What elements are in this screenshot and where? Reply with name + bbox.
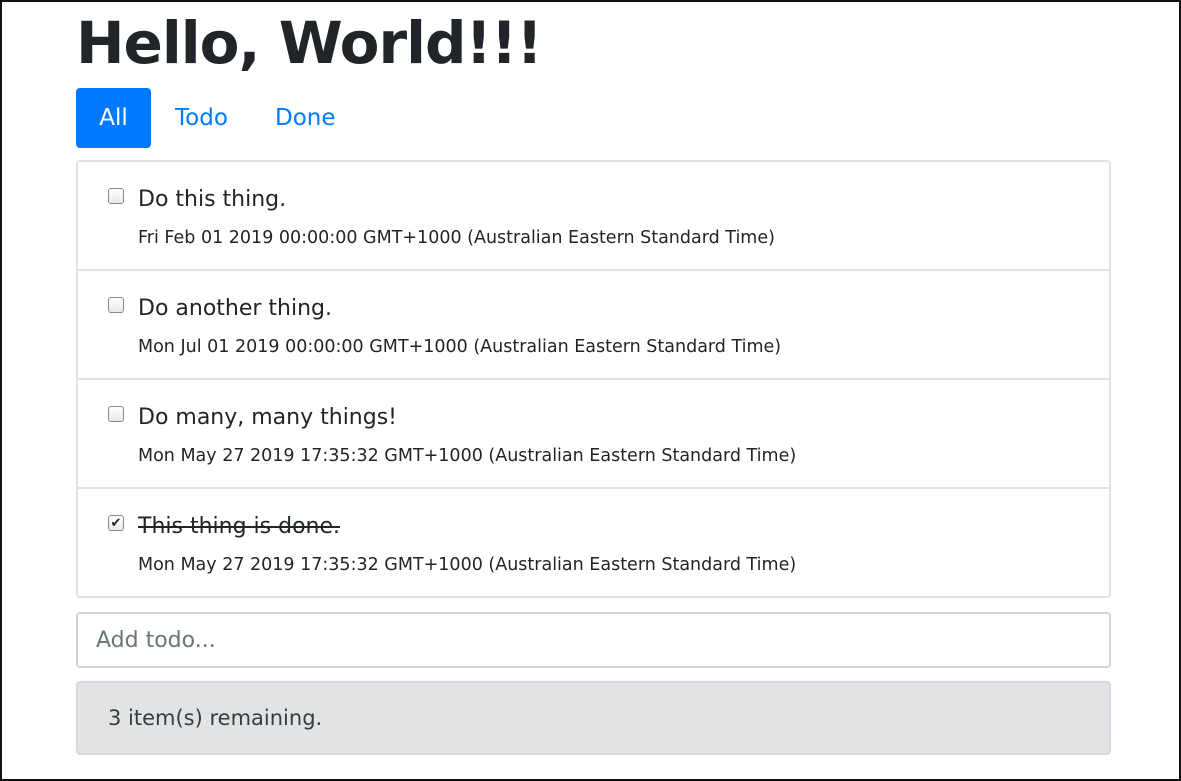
page-title: Hello, World!!! bbox=[76, 9, 543, 77]
todo-date: Mon May 27 2019 17:35:32 GMT+1000 (Austr… bbox=[138, 446, 797, 466]
todo-item: Do many, many things! Mon May 27 2019 17… bbox=[78, 380, 1109, 489]
filter-tabs: All Todo Done bbox=[76, 88, 1111, 148]
todo-checkbox[interactable] bbox=[108, 406, 124, 422]
todo-date: Mon May 27 2019 17:35:32 GMT+1000 (Austr… bbox=[138, 555, 797, 575]
tab-all[interactable]: All bbox=[76, 88, 151, 148]
app-window: { "header": { "title": "Hello, World!!!"… bbox=[0, 0, 1181, 781]
todo-date: Mon Jul 01 2019 00:00:00 GMT+1000 (Austr… bbox=[138, 337, 782, 357]
add-todo-input[interactable] bbox=[76, 612, 1111, 668]
todo-date: Fri Feb 01 2019 00:00:00 GMT+1000 (Austr… bbox=[138, 228, 775, 248]
todo-item: Do another thing. Mon Jul 01 2019 00:00:… bbox=[78, 271, 1109, 380]
todo-text: Do this thing. bbox=[138, 187, 287, 212]
todo-checkbox[interactable] bbox=[108, 297, 124, 313]
todo-text: Do many, many things! bbox=[138, 405, 397, 430]
todo-item: ✔ This thing is done. Mon May 27 2019 17… bbox=[78, 489, 1109, 596]
tab-todo[interactable]: Todo bbox=[151, 88, 251, 148]
todo-item: Do this thing. Fri Feb 01 2019 00:00:00 … bbox=[78, 162, 1109, 271]
tab-done[interactable]: Done bbox=[251, 88, 361, 148]
remaining-status: 3 item(s) remaining. bbox=[76, 681, 1111, 755]
remaining-count-text: 3 item(s) remaining. bbox=[108, 706, 323, 730]
todo-list: Do this thing. Fri Feb 01 2019 00:00:00 … bbox=[76, 160, 1111, 598]
todo-checkbox[interactable]: ✔ bbox=[108, 515, 124, 531]
todo-text: Do another thing. bbox=[138, 296, 333, 321]
main-container: Hello, World!!! All Todo Done Do this th… bbox=[76, 2, 1111, 755]
todo-text: This thing is done. bbox=[138, 514, 340, 539]
todo-checkbox[interactable] bbox=[108, 188, 124, 204]
check-icon: ✔ bbox=[110, 515, 122, 531]
